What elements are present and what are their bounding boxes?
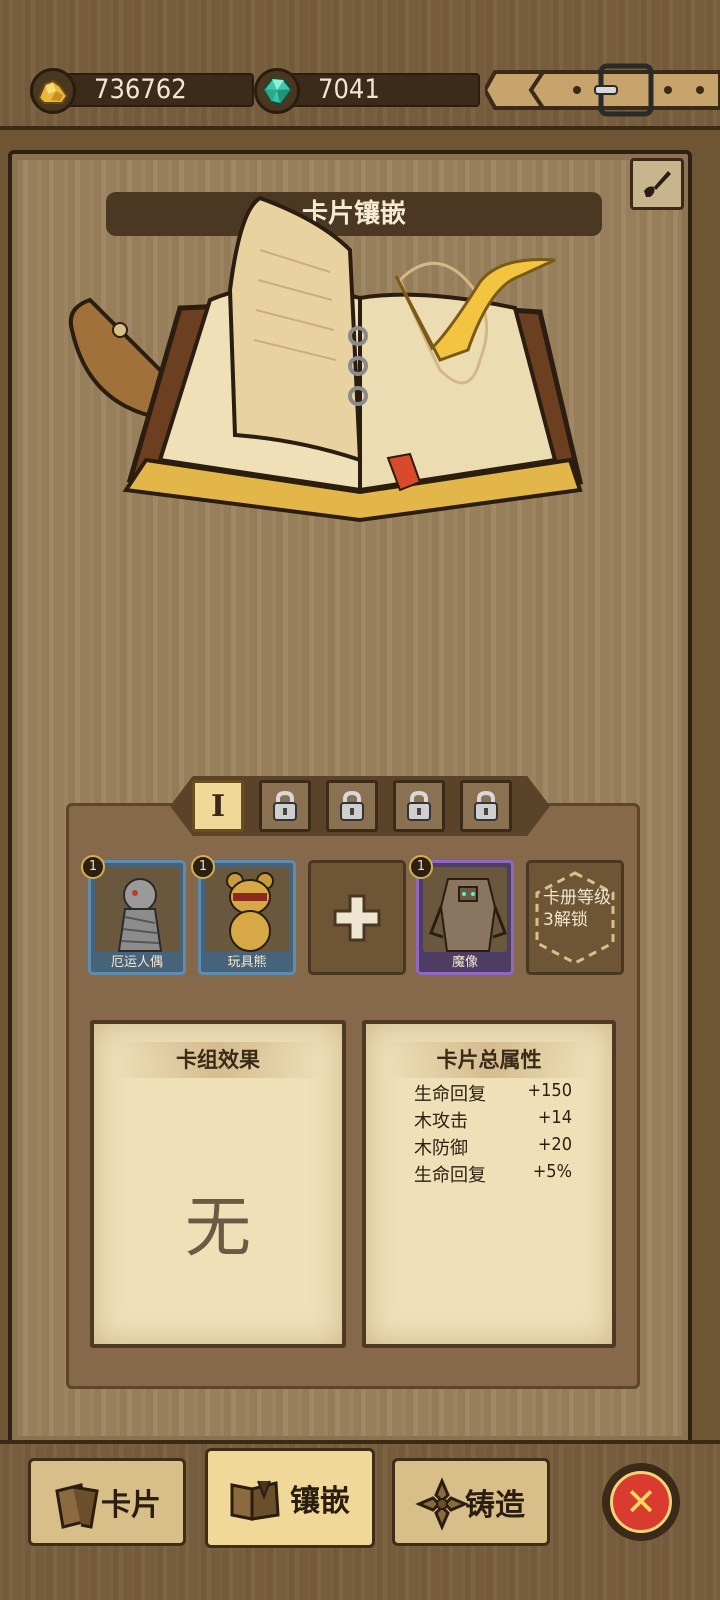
gold-amount: 736762 — [64, 73, 254, 107]
stat-row: 生命回复 +5% — [414, 1161, 572, 1188]
card-name: 厄运人偶 — [110, 955, 163, 970]
stat-row: 木防御 +20 — [414, 1134, 572, 1161]
card-slot-locked: 卡册等级3解锁 — [526, 860, 624, 975]
deck-tab-4-locked[interactable] — [393, 780, 445, 832]
stat-name: 木攻击 — [414, 1111, 468, 1132]
card-stats-title: 卡片总属性 — [384, 1042, 594, 1078]
stat-row: 木攻击 +14 — [414, 1107, 572, 1134]
gem-amount: 7041 — [288, 73, 480, 107]
deck-effect-panel: 卡组效果 无 — [90, 1020, 346, 1348]
stat-name: 生命回复 — [414, 1084, 486, 1105]
brush-icon — [644, 171, 671, 197]
nav-cards-label: 卡片 — [101, 1488, 161, 1523]
deck-tab-label: I — [210, 788, 226, 824]
cards-icon — [55, 1483, 99, 1529]
nav-forge-button[interactable]: 铸造 — [392, 1458, 550, 1546]
leather-strap-decoration — [485, 63, 720, 117]
lock-icon — [407, 790, 431, 821]
close-icon: ✕ — [610, 1471, 672, 1533]
stat-value: +14 — [537, 1107, 572, 1128]
card-slot-doom-doll[interactable]: 1 厄运人偶 — [81, 855, 186, 975]
card-slot-toy-bear[interactable]: 1 玩具熊 — [191, 855, 296, 975]
deck-tab-5-locked[interactable] — [460, 780, 512, 832]
card-slot-empty[interactable] — [308, 860, 406, 975]
gold-ore-icon — [30, 68, 76, 114]
card-art — [205, 867, 289, 952]
card-album-book-illustration — [68, 195, 584, 523]
green-gem-icon — [254, 68, 300, 114]
stat-name: 生命回复 — [414, 1165, 486, 1186]
nav-inlay-label: 镶嵌 — [290, 1484, 350, 1519]
card-name: 玩具熊 — [227, 955, 267, 970]
gem-counter: 7041 — [254, 68, 480, 114]
lock-icon — [340, 790, 364, 821]
locked-slot-text: 卡册等级3解锁 — [543, 888, 611, 930]
stat-row: 生命回复 +150 — [414, 1080, 572, 1107]
close-button[interactable]: ✕ — [602, 1463, 680, 1541]
card-name: 魔像 — [451, 955, 478, 970]
card-slot-golem[interactable]: 1 魔像 — [409, 855, 514, 975]
deck-tab-3-locked[interactable] — [326, 780, 378, 832]
inlay-icon — [230, 1480, 280, 1521]
stat-name: 木防御 — [414, 1138, 468, 1159]
stat-value: +150 — [527, 1080, 572, 1101]
lock-icon — [474, 790, 498, 821]
card-level-badge: 1 — [409, 855, 433, 879]
deck-tab-1[interactable]: I — [192, 780, 244, 832]
nav-inlay-button[interactable]: 镶嵌 — [205, 1448, 375, 1548]
nav-forge-label: 铸造 — [465, 1488, 525, 1523]
deck-effect-value: 无 — [185, 1189, 251, 1266]
top-resource-bar: 736762 7041 — [0, 0, 720, 130]
card-stats-panel: 卡片总属性 生命回复 +150 木攻击 +14 木防御 +20 生命回复 +5% — [362, 1020, 616, 1348]
plus-icon — [333, 894, 381, 941]
nav-cards-button[interactable]: 卡片 — [28, 1458, 186, 1546]
card-level-badge: 1 — [191, 855, 215, 879]
lock-icon — [273, 790, 297, 821]
edit-button[interactable] — [630, 158, 684, 210]
deck-tab-2-locked[interactable] — [259, 780, 311, 832]
forge-icon — [415, 1477, 469, 1531]
card-art — [423, 867, 507, 952]
card-level-badge: 1 — [81, 855, 105, 879]
stat-value: +20 — [537, 1134, 572, 1155]
card-art — [95, 867, 179, 952]
stat-value: +5% — [532, 1161, 572, 1182]
deck-effect-title: 卡组效果 — [112, 1042, 324, 1078]
gold-counter: 736762 — [30, 68, 254, 114]
